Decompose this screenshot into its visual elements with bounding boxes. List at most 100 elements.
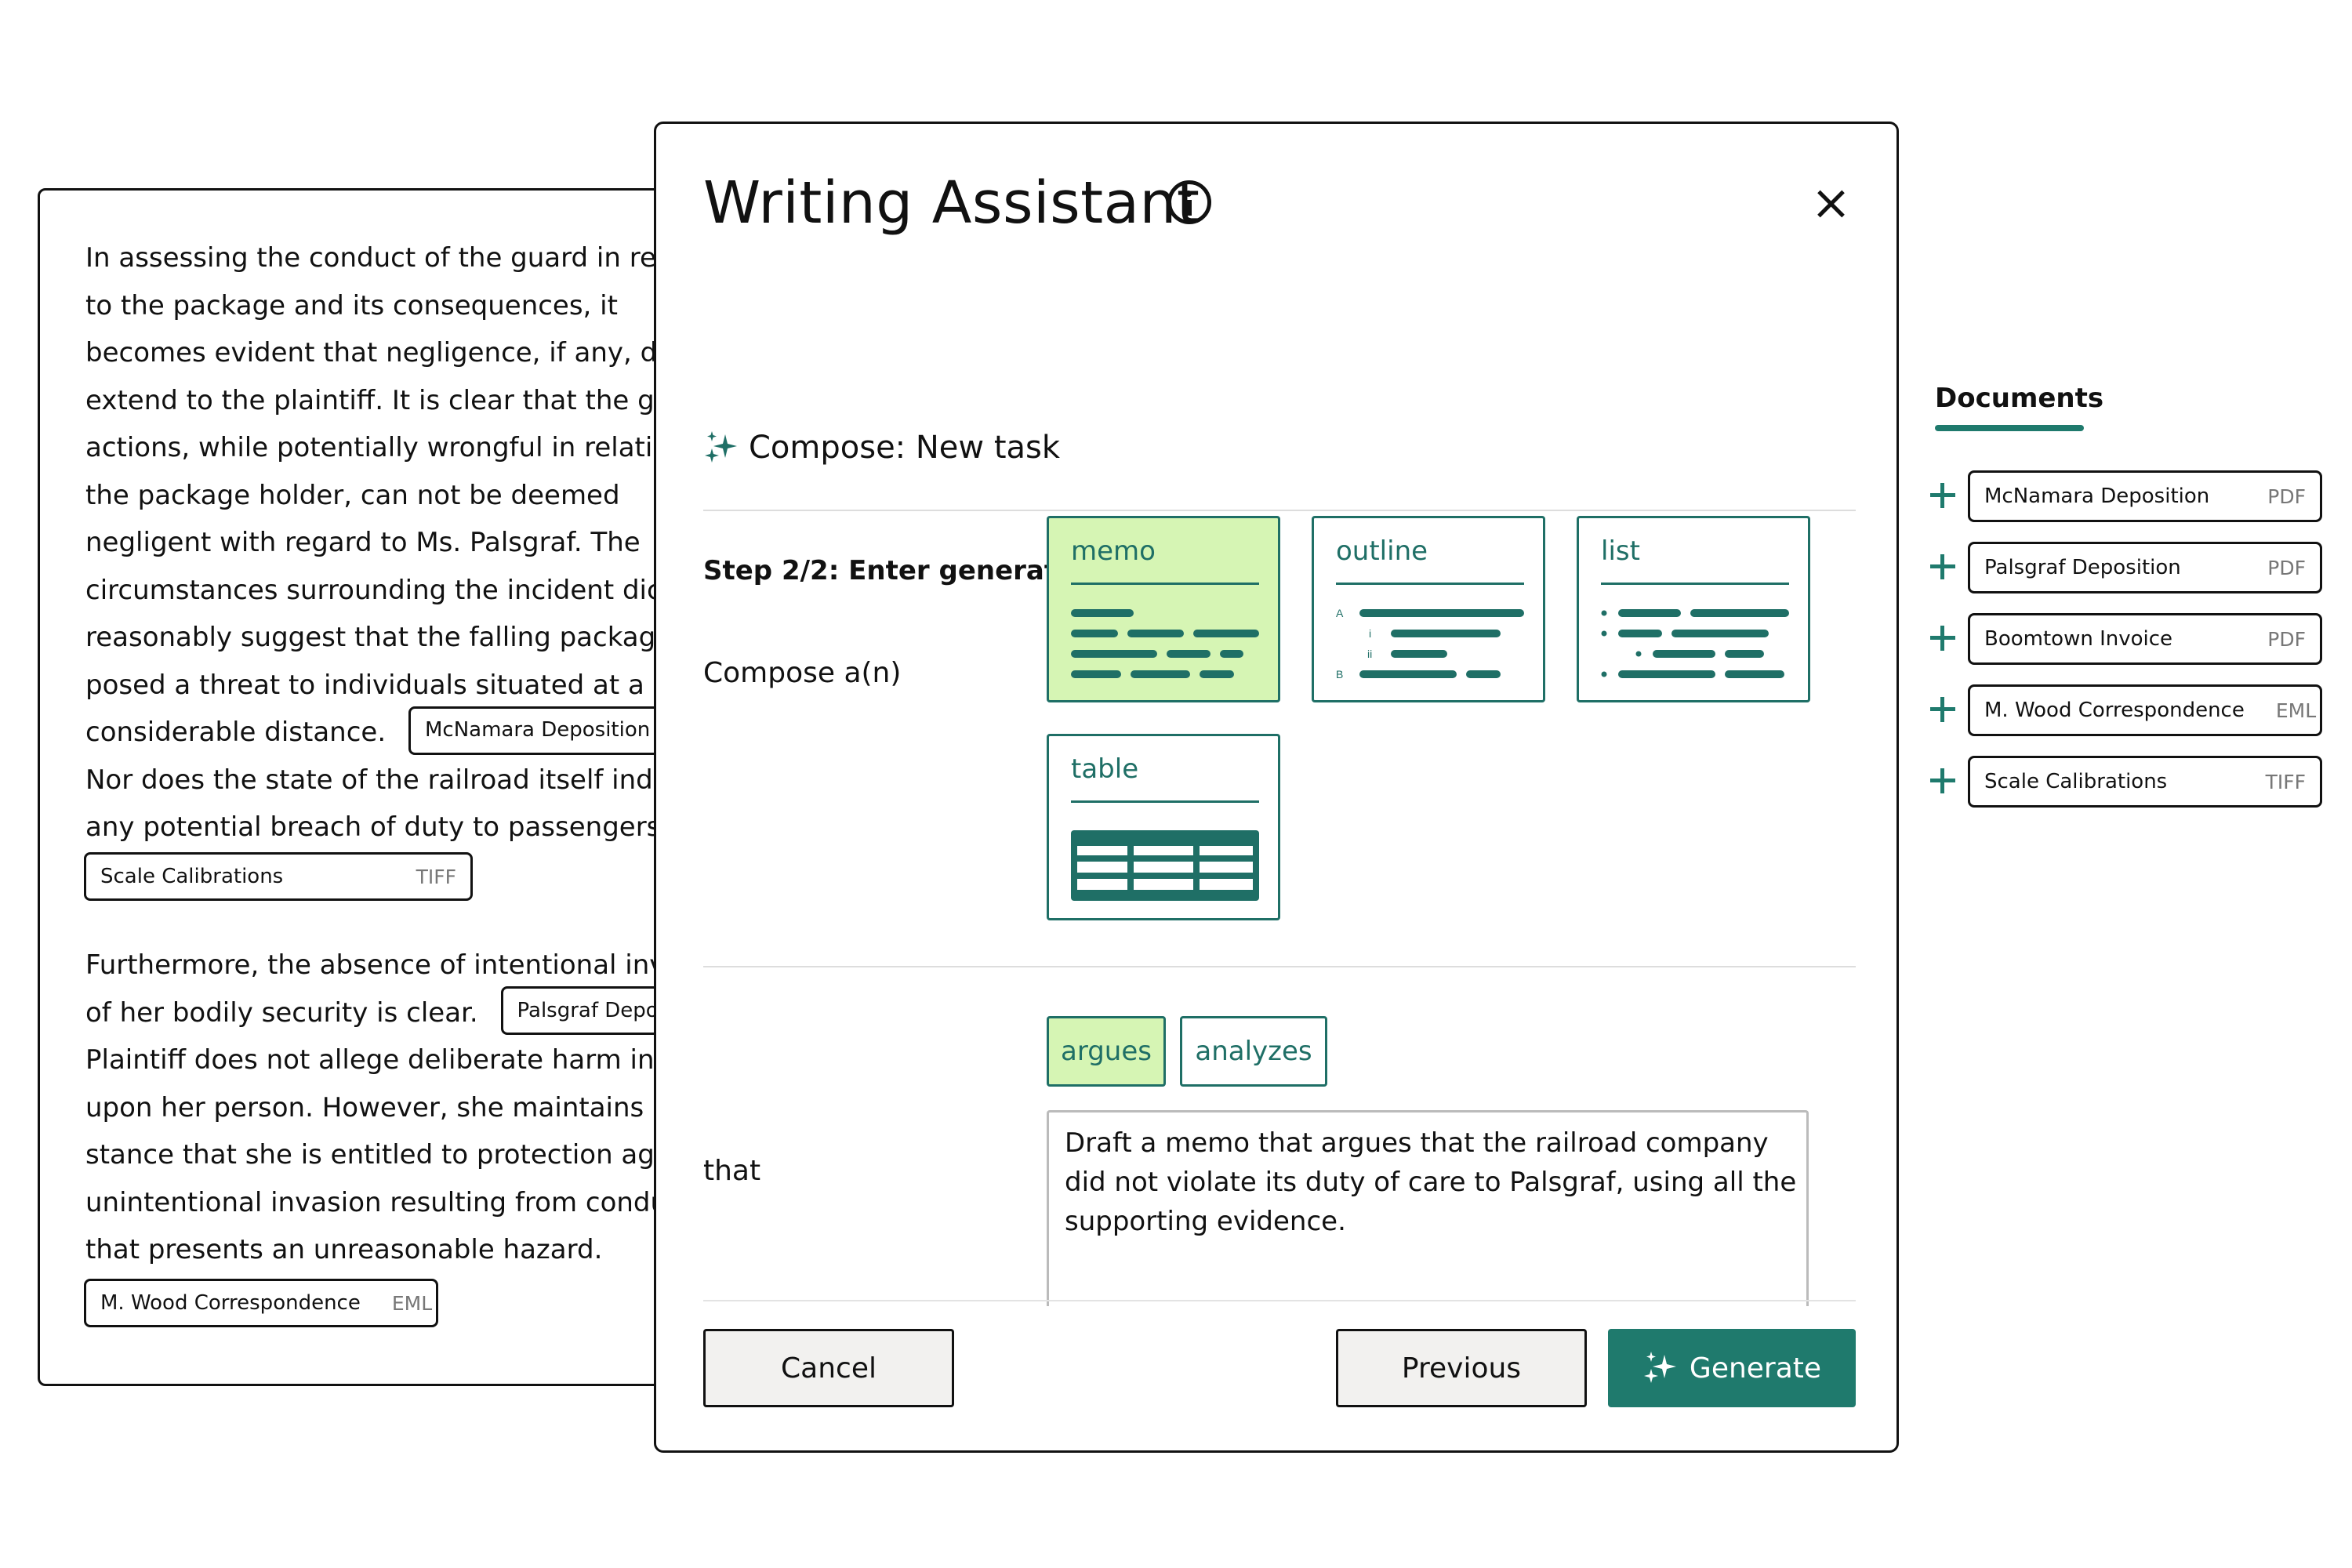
documents-tab-underline bbox=[1935, 425, 2084, 431]
text-line: the package holder, can not be deemed bbox=[85, 479, 620, 511]
footer-divider bbox=[703, 1300, 1856, 1301]
text-line: becomes evident that negligence, if any,… bbox=[85, 337, 665, 368]
citation-chip-mcnamara[interactable]: McNamara Deposition bbox=[408, 706, 675, 755]
compose-label: Compose a(n) bbox=[703, 657, 902, 689]
format-card-label: outline bbox=[1336, 535, 1428, 567]
text-line: In assessing the conduct of the guard in… bbox=[85, 242, 664, 274]
document-list-item: Boomtown Invoice PDF bbox=[1930, 613, 2322, 665]
divider bbox=[703, 510, 1856, 511]
document-type: EML bbox=[2275, 699, 2317, 722]
divider bbox=[703, 966, 1856, 967]
text-line: circumstances surrounding the incident d… bbox=[85, 574, 662, 606]
add-document-icon[interactable] bbox=[1930, 697, 1955, 722]
text-line: upon her person. However, she maintains … bbox=[85, 1091, 669, 1123]
add-document-icon[interactable] bbox=[1930, 483, 1955, 508]
previous-button[interactable]: Previous bbox=[1336, 1329, 1587, 1407]
text-line: actions, while potentially wrongful in r… bbox=[85, 432, 670, 463]
table-preview-icon bbox=[1071, 830, 1259, 901]
that-label: that bbox=[703, 1155, 761, 1187]
document-name: Palsgraf Deposition bbox=[1984, 556, 2181, 579]
citation-type: TIFF bbox=[416, 865, 456, 888]
add-document-icon[interactable] bbox=[1930, 554, 1955, 579]
document-type: PDF bbox=[2267, 556, 2306, 579]
document-list-item: M. Wood Correspondence EML bbox=[1930, 684, 2322, 736]
citation-name: M. Wood Correspondence bbox=[100, 1291, 361, 1315]
text-line: Nor does the state of the railroad itsel… bbox=[85, 764, 661, 796]
format-card-memo[interactable]: memo bbox=[1047, 516, 1280, 702]
citation-chip-scale[interactable]: Scale Calibrations TIFF bbox=[84, 852, 473, 901]
prompt-line: did not violate its duty of care to Pals… bbox=[1065, 1167, 1797, 1198]
format-card-label: memo bbox=[1071, 535, 1156, 567]
close-icon[interactable] bbox=[1809, 182, 1853, 226]
prompt-line: supporting evidence. bbox=[1065, 1206, 1346, 1237]
document-list-item: Palsgraf Deposition PDF bbox=[1930, 542, 2322, 593]
document-name: Scale Calibrations bbox=[1984, 770, 2168, 793]
outline-marker: B bbox=[1336, 668, 1343, 681]
document-chip[interactable]: Palsgraf Deposition PDF bbox=[1968, 542, 2322, 593]
document-chip[interactable]: M. Wood Correspondence EML bbox=[1968, 684, 2322, 736]
card-divider bbox=[1601, 583, 1789, 585]
card-divider bbox=[1336, 583, 1524, 585]
format-card-label: table bbox=[1071, 753, 1139, 785]
citation-name: Scale Calibrations bbox=[100, 865, 284, 888]
writing-assistant-dialog: Writing Assistant Compose: New task Step… bbox=[654, 122, 1899, 1453]
text-line: reasonably suggest that the falling pack… bbox=[85, 622, 656, 653]
card-divider bbox=[1071, 583, 1259, 585]
text-line: negligent with regard to Ms. Palsgraf. T… bbox=[85, 527, 641, 558]
text-line: that presents an unreasonable hazard. bbox=[85, 1234, 603, 1265]
text-line: unintentional invasion resulting from co… bbox=[85, 1186, 668, 1218]
document-chip[interactable]: Scale Calibrations TIFF bbox=[1968, 756, 2322, 808]
text-line: Plaintiff does not allege deliberate har… bbox=[85, 1044, 655, 1076]
prompt-line: Draft a memo that argues that the railro… bbox=[1065, 1127, 1769, 1159]
document-list-item: Scale Calibrations TIFF bbox=[1930, 756, 2322, 808]
format-card-list[interactable]: list bbox=[1577, 516, 1810, 702]
document-chip[interactable]: Boomtown Invoice PDF bbox=[1968, 613, 2322, 665]
document-name: McNamara Deposition bbox=[1984, 485, 2210, 508]
format-card-outline[interactable]: outline A i ii B bbox=[1312, 516, 1545, 702]
document-name: M. Wood Correspondence bbox=[1984, 699, 2245, 722]
info-icon[interactable] bbox=[1167, 180, 1211, 224]
citation-type: EML bbox=[391, 1291, 433, 1315]
citation-chip-wood[interactable]: M. Wood Correspondence EML bbox=[84, 1279, 438, 1327]
sparkle-icon bbox=[1643, 1352, 1676, 1383]
document-type: PDF bbox=[2267, 485, 2306, 508]
document-type: PDF bbox=[2267, 627, 2306, 651]
card-divider bbox=[1071, 800, 1259, 803]
text-line: any potential breach of duty to passenge… bbox=[85, 811, 670, 843]
text-line: posed a threat to individuals situated a… bbox=[85, 669, 644, 701]
document-chip[interactable]: McNamara Deposition PDF bbox=[1968, 470, 2322, 522]
text-fragment: considerable distance. bbox=[85, 717, 387, 748]
text-line: to the package and its consequences, it bbox=[85, 289, 618, 321]
outline-preview-icon: A i ii B bbox=[1336, 607, 1524, 681]
text-line: extend to the plaintiff. It is clear tha… bbox=[85, 384, 672, 416]
format-card-table[interactable]: table bbox=[1047, 734, 1280, 920]
generate-label: Generate bbox=[1689, 1352, 1822, 1385]
verb-analyzes[interactable]: analyzes bbox=[1180, 1016, 1327, 1087]
cancel-button[interactable]: Cancel bbox=[703, 1329, 954, 1407]
dialog-title: Writing Assistant bbox=[703, 169, 1200, 237]
prompt-textarea[interactable]: Draft a memo that argues that the railro… bbox=[1047, 1110, 1809, 1306]
document-list-item: McNamara Deposition PDF bbox=[1930, 470, 2322, 522]
document-name: Boomtown Invoice bbox=[1984, 627, 2173, 651]
generate-button[interactable]: Generate bbox=[1608, 1329, 1856, 1407]
text-line: of her bodily security is clear. Palsgra… bbox=[85, 986, 741, 1037]
memo-preview-icon bbox=[1071, 609, 1259, 678]
format-card-label: list bbox=[1601, 535, 1640, 567]
document-paragraph-2: Furthermore, the absence of intentional … bbox=[85, 942, 741, 1274]
citation-name: McNamara Deposition bbox=[424, 718, 651, 742]
compose-heading-text: Compose: New task bbox=[749, 430, 1061, 466]
sparkle-icon bbox=[705, 431, 737, 463]
add-document-icon[interactable] bbox=[1930, 768, 1955, 793]
outline-marker: i bbox=[1369, 627, 1371, 640]
text-line: Furthermore, the absence of intentional … bbox=[85, 949, 666, 981]
verb-argues[interactable]: argues bbox=[1047, 1016, 1166, 1087]
compose-heading: Compose: New task bbox=[703, 430, 1060, 466]
add-document-icon[interactable] bbox=[1930, 626, 1955, 651]
text-line: stance that she is entitled to protectio… bbox=[85, 1139, 671, 1171]
outline-marker: ii bbox=[1367, 648, 1372, 660]
document-paragraph-1: In assessing the conduct of the guard in… bbox=[85, 234, 741, 851]
text-line: considerable distance. McNamara Depositi… bbox=[85, 706, 741, 757]
list-preview-icon bbox=[1601, 609, 1789, 678]
text-fragment: of her bodily security is clear. bbox=[85, 996, 478, 1029]
outline-marker: A bbox=[1336, 607, 1344, 619]
